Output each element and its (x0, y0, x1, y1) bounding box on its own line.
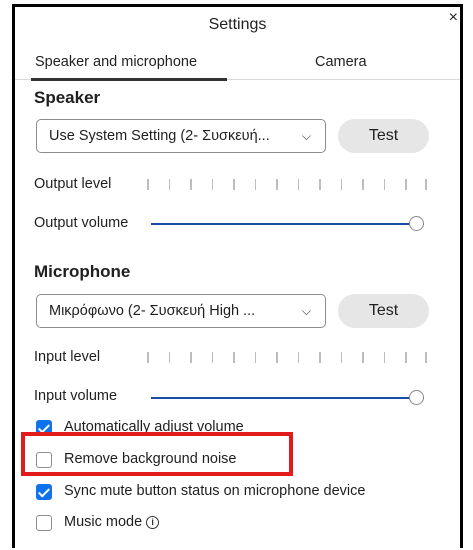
output-level-tick (168, 179, 171, 190)
window-title: Settings (208, 16, 267, 33)
output-level-tick (319, 179, 321, 190)
output-level-tick (340, 179, 343, 190)
input-level-tick (276, 352, 278, 363)
speaker-device-select[interactable]: Use System Setting (2- Συσκευή... ⌵ (36, 119, 326, 153)
tab-camera[interactable]: Camera (315, 54, 367, 70)
speaker-section-title: Speaker (34, 88, 101, 107)
input-level-tick (319, 352, 321, 363)
output-level-tick (254, 179, 257, 190)
output-level-tick (362, 179, 364, 190)
test-speaker-button[interactable]: Test (338, 119, 429, 153)
input-level-tick (425, 352, 427, 363)
output-level-tick (297, 179, 300, 190)
close-icon[interactable]: × (449, 9, 458, 27)
input-level-tick (297, 352, 300, 363)
output-level-tick (425, 179, 427, 190)
speaker-device-value: Use System Setting (2- Συσκευή... (49, 128, 270, 144)
input-level-tick (190, 352, 192, 363)
output-level-label: Output level (34, 176, 112, 192)
input-level-tick (405, 352, 407, 363)
input-level-tick (168, 352, 171, 363)
output-level-tick (190, 179, 192, 190)
microphone-section-title: Microphone (34, 262, 131, 281)
output-level-tick (405, 179, 407, 190)
sync-mute-checkbox[interactable] (36, 484, 52, 500)
music-mode-checkbox[interactable] (36, 515, 52, 531)
input-level-tick (362, 352, 364, 363)
highlight-annotation-box (21, 432, 293, 476)
info-icon[interactable]: i (146, 516, 160, 529)
output-level-tick (211, 179, 214, 190)
output-level-tick (233, 179, 235, 190)
output-volume-label: Output volume (34, 215, 129, 231)
output-volume-slider[interactable] (151, 215, 424, 233)
chevron-down-icon: ⌵ (301, 129, 311, 143)
active-tab-indicator (31, 78, 227, 81)
output-level-tick (276, 179, 278, 190)
output-level-tick (383, 179, 386, 190)
output-level-tick (147, 179, 149, 190)
sync-mute-label: Sync mute button status on microphone de… (64, 483, 366, 499)
output-level-meter (147, 179, 427, 191)
microphone-device-select[interactable]: Μικρόφωνο (2- Συσκευή High ... ⌵ (36, 294, 326, 328)
input-volume-thumb[interactable] (409, 390, 424, 405)
tab-speaker-and-microphone[interactable]: Speaker and microphone (35, 54, 197, 70)
input-volume-slider[interactable] (151, 389, 424, 407)
chevron-down-icon: ⌵ (301, 304, 311, 318)
input-level-tick (211, 352, 214, 363)
input-level-tick (254, 352, 257, 363)
music-mode-label: Music mode (64, 514, 143, 530)
input-level-tick (233, 352, 235, 363)
input-level-label: Input level (34, 349, 101, 365)
test-microphone-button[interactable]: Test (338, 294, 429, 328)
output-volume-track (151, 223, 424, 225)
input-level-meter (147, 352, 427, 364)
input-level-tick (340, 352, 343, 363)
input-level-tick (147, 352, 149, 363)
microphone-device-value: Μικρόφωνο (2- Συσκευή High ... (49, 303, 256, 319)
input-level-tick (383, 352, 386, 363)
input-volume-label: Input volume (34, 388, 118, 404)
music-mode-text: Music mode i (64, 514, 160, 530)
output-volume-thumb[interactable] (409, 216, 424, 231)
input-volume-track (151, 397, 424, 399)
tab-bar: Speaker and microphone Camera (15, 49, 460, 81)
